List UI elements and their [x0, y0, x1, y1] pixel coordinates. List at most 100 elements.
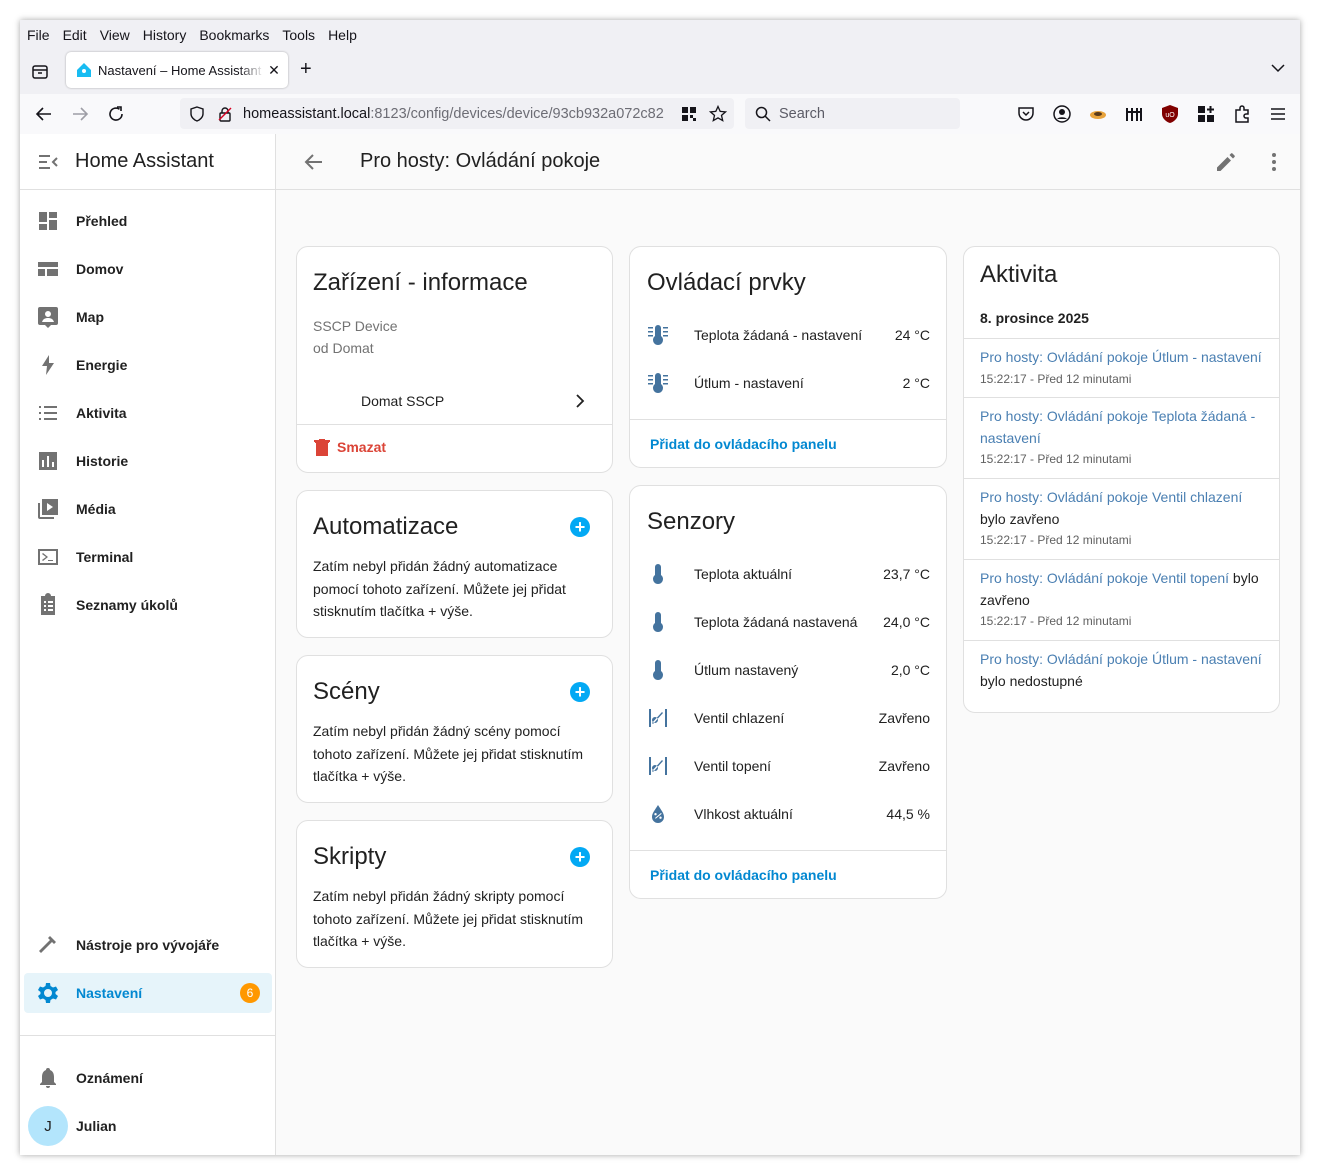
sensor-label: Útlum nastavený: [694, 662, 799, 678]
card-title: Skripty: [313, 843, 387, 870]
integration-name: Domat SSCP: [361, 393, 445, 409]
sensor-label: Ventil topení: [694, 758, 772, 774]
search-icon: [755, 106, 771, 122]
add-scene-button[interactable]: +: [570, 682, 590, 702]
sensor-row[interactable]: Ventil topení Zavřeno: [646, 746, 930, 786]
activity-suffix: bylo nedostupné: [980, 672, 1083, 689]
activity-time: 15:22:17 - Před 12 minutami: [980, 452, 1132, 466]
qr-code-icon[interactable]: [681, 106, 697, 122]
menu-tools[interactable]: Tools: [282, 27, 315, 43]
control-value[interactable]: 24 °C: [895, 327, 930, 343]
control-value[interactable]: 2 °C: [903, 375, 930, 391]
chevron-down-icon[interactable]: [1270, 60, 1286, 76]
activity-entity-link[interactable]: Pro hosty: Ovládání pokoje Útlum - nasta…: [980, 651, 1262, 667]
menu-help[interactable]: Help: [328, 27, 357, 43]
add-script-button[interactable]: +: [570, 847, 590, 867]
forward-arrow-icon[interactable]: [70, 104, 90, 124]
controls-card: Ovládací prvky Teplota žádaná - nastaven…: [629, 246, 947, 468]
sidebar-item-map[interactable]: Map: [24, 297, 272, 337]
sidebar-item-label: Média: [76, 501, 116, 517]
new-tab-button[interactable]: +: [300, 58, 312, 81]
sidebar-item-seznamy-ukolu[interactable]: Seznamy úkolů: [24, 585, 272, 625]
valve-closed-icon: [649, 709, 667, 727]
sensor-row[interactable]: Teplota žádaná nastavená 24,0 °C: [646, 602, 930, 642]
sensor-row[interactable]: Ventil chlazení Zavřeno: [646, 698, 930, 738]
sensor-label: Ventil chlazení: [694, 710, 785, 726]
search-bar[interactable]: Search: [745, 98, 960, 129]
reload-icon[interactable]: [106, 104, 126, 124]
sidebar: Home Assistant Přehled Domov Map Energie…: [20, 134, 276, 1155]
add-to-dashboard-button[interactable]: Přidat do ovládacího panelu: [650, 867, 837, 883]
extension-grid-icon[interactable]: [1124, 104, 1144, 124]
account-icon[interactable]: [1052, 104, 1072, 124]
back-arrow-icon[interactable]: [34, 104, 54, 124]
sidebar-item-aktivita[interactable]: Aktivita: [24, 393, 272, 433]
sidebar-item-terminal[interactable]: Terminal: [24, 537, 272, 577]
integration-link[interactable]: Domat SSCP: [297, 381, 612, 421]
scenes-card: Scény + Zatím nebyl přidán žádný scény p…: [296, 655, 613, 803]
ublock-origin-icon[interactable]: uO: [1160, 104, 1180, 124]
menu-history[interactable]: History: [143, 27, 187, 43]
sidebar-item-user[interactable]: J Julian: [24, 1106, 272, 1146]
svg-text:uO: uO: [1165, 112, 1175, 119]
thermometer-lines-icon: [648, 325, 668, 345]
bookmark-star-icon[interactable]: [709, 104, 727, 123]
back-arrow-icon[interactable]: [302, 150, 326, 174]
sidebar-item-historie[interactable]: Historie: [24, 441, 272, 481]
shield-icon[interactable]: [189, 105, 205, 122]
menu-file[interactable]: File: [27, 27, 50, 43]
insecure-lock-icon[interactable]: [217, 106, 233, 122]
tab-bar: Nastavení – Home Assistant ✕ +: [20, 50, 1300, 94]
sensor-row[interactable]: Vlhkost aktuální 44,5 %: [646, 794, 930, 834]
activity-entity-link[interactable]: Pro hosty: Ovládání pokoje Útlum - nasta…: [980, 349, 1262, 365]
activity-entity-link[interactable]: Pro hosty: Ovládání pokoje Ventil chlaze…: [980, 489, 1242, 505]
divider: [964, 640, 1279, 641]
divider: [964, 397, 1279, 398]
delete-label: Smazat: [337, 439, 387, 455]
menu-open-icon[interactable]: [36, 150, 60, 174]
sensor-row[interactable]: Útlum nastavený 2,0 °C: [646, 650, 930, 690]
sensor-value: Zavřeno: [878, 758, 930, 774]
card-title: Ovládací prvky: [647, 269, 806, 296]
sidebar-item-energie[interactable]: Energie: [24, 345, 272, 385]
sidebar-item-notifications[interactable]: Oznámení: [24, 1058, 272, 1098]
menu-bookmarks[interactable]: Bookmarks: [199, 27, 269, 43]
sidebar-item-dev-tools[interactable]: Nástroje pro vývojáře: [24, 925, 272, 965]
add-to-dashboard-button[interactable]: Přidat do ovládacího panelu: [650, 436, 837, 452]
more-vertical-icon[interactable]: [1262, 150, 1286, 174]
hamburger-menu-icon[interactable]: [1268, 104, 1288, 124]
home-assistant-app: Home Assistant Přehled Domov Map Energie…: [20, 134, 1300, 1155]
card-title: Zařízení - informace: [313, 269, 528, 296]
sensor-label: Vlhkost aktuální: [694, 806, 793, 822]
delete-button[interactable]: Smazat: [313, 437, 386, 457]
sensors-card: Senzory Teplota aktuální 23,7 °C Teplota…: [629, 485, 947, 899]
sidebar-item-domov[interactable]: Domov: [24, 249, 272, 289]
menu-edit[interactable]: Edit: [63, 27, 87, 43]
sensor-row[interactable]: Teplota aktuální 23,7 °C: [646, 554, 930, 594]
activity-entity-link[interactable]: Pro hosty: Ovládání pokoje Ventil topení: [980, 570, 1229, 586]
sensor-value: 2,0 °C: [890, 662, 930, 678]
extensions-puzzle-icon[interactable]: [1232, 104, 1252, 124]
control-row[interactable]: Útlum - nastavení 2 °C: [646, 363, 930, 403]
sidebar-item-media[interactable]: Média: [24, 489, 272, 529]
extension-blocks-icon[interactable]: [1196, 104, 1216, 124]
sidebar-item-settings[interactable]: Nastavení 6: [24, 973, 272, 1013]
list-item: Pro hosty: Ovládání pokoje Útlum - nasta…: [980, 347, 1263, 390]
page-title: Pro hosty: Ovládání pokoje: [360, 150, 601, 172]
control-row[interactable]: Teplota žádaná - nastavení 24 °C: [646, 315, 930, 355]
divider: [297, 424, 612, 425]
pencil-icon[interactable]: [1214, 150, 1238, 174]
tab-list-button[interactable]: [26, 58, 54, 86]
pocket-icon[interactable]: [1016, 104, 1036, 124]
tab-close-icon[interactable]: ✕: [264, 62, 284, 79]
sidebar-item-prehled[interactable]: Přehled: [24, 201, 272, 241]
menu-view[interactable]: View: [100, 27, 130, 43]
add-automation-button[interactable]: +: [570, 517, 590, 537]
activity-time: 15:22:17 - Před 12 minutami: [980, 371, 1132, 386]
activity-entity-link[interactable]: Pro hosty: Ovládání pokoje Teplota žádan…: [980, 408, 1255, 446]
activity-time: 15:22:17 - Před 12 minutami: [980, 533, 1132, 547]
divider: [630, 850, 946, 851]
tab-home-assistant[interactable]: Nastavení – Home Assistant ✕: [66, 52, 288, 88]
extension-fox-icon[interactable]: [1088, 104, 1108, 124]
url-bar[interactable]: homeassistant.local:8123/config/devices/…: [180, 98, 734, 129]
